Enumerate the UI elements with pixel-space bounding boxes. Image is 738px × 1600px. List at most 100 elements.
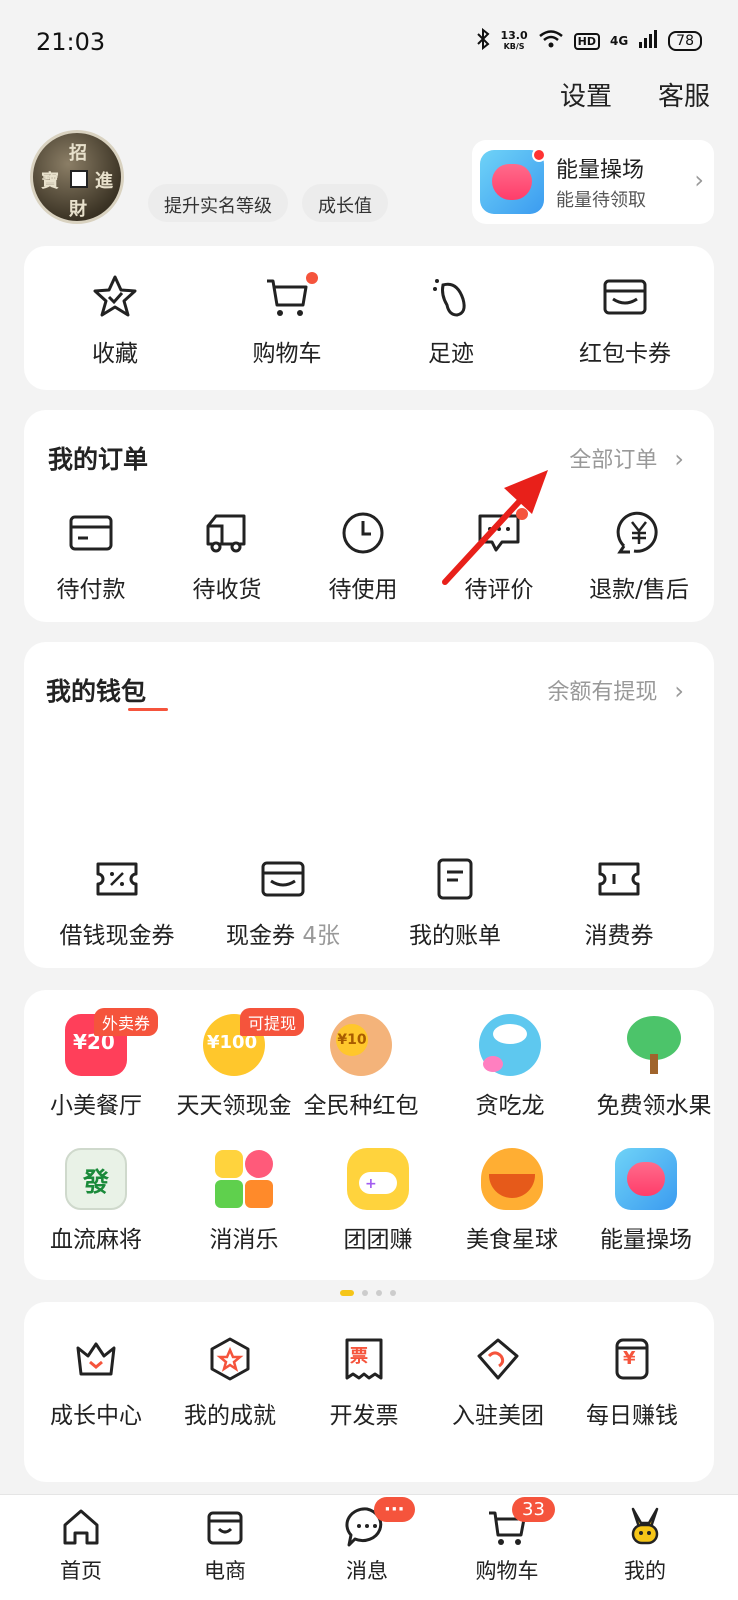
app-greedy-dragon[interactable]: 贪吃龙 bbox=[450, 1014, 570, 1120]
footprint-button[interactable]: 足迹 bbox=[396, 270, 506, 368]
tab-ecommerce[interactable]: 电商 bbox=[170, 1505, 280, 1585]
order-label: 待使用 bbox=[328, 577, 398, 603]
quick-actions-card: 收藏 购物车 足迹 红包卡券 bbox=[24, 246, 714, 390]
crown-icon bbox=[69, 1332, 123, 1386]
cash-coupon[interactable]: 现金券 4张 bbox=[218, 852, 348, 950]
order-refund[interactable]: 退款/售后 bbox=[576, 506, 702, 604]
my-achievements-button[interactable]: 我的成就 bbox=[170, 1332, 290, 1430]
tab-home[interactable]: 首页 bbox=[26, 1505, 136, 1585]
app-label: 血流麻将 bbox=[50, 1227, 142, 1253]
app-label: 免费领水果 bbox=[596, 1093, 712, 1119]
mini-apps-card: ¥20 外卖券 小美餐厅 ¥100 可提现 天天领现金 ¥10 全民种红包 贪吃… bbox=[24, 990, 714, 1280]
net-speed-value: 13.0 bbox=[500, 29, 528, 42]
app-food-planet[interactable]: 美食星球 bbox=[452, 1148, 572, 1254]
order-label: 待付款 bbox=[56, 577, 126, 603]
apps-page-indicator bbox=[340, 1290, 396, 1296]
chevron-right-icon: › bbox=[694, 166, 704, 194]
app-label: 全民种红包 bbox=[303, 1093, 419, 1119]
wallet-title: 我的钱包 bbox=[46, 677, 147, 706]
mahjong-tile-icon: 發 bbox=[65, 1148, 127, 1210]
mine-bunny-icon bbox=[631, 1507, 659, 1545]
all-orders-label: 全部订单 bbox=[569, 448, 658, 473]
all-orders-link[interactable]: 全部订单 › bbox=[569, 442, 684, 474]
net-speed: 13.0 KB/S bbox=[500, 30, 527, 52]
bill-document-icon bbox=[428, 852, 482, 906]
tab-label: 我的 bbox=[624, 1559, 666, 1583]
order-label: 待收货 bbox=[192, 577, 262, 603]
join-meituan-button[interactable]: 入驻美团 bbox=[438, 1332, 558, 1430]
shopping-bag-icon bbox=[207, 1511, 243, 1545]
favorites-label: 收藏 bbox=[92, 341, 138, 367]
customer-service-button[interactable]: 客服 bbox=[658, 76, 710, 113]
page-dot-active bbox=[340, 1290, 354, 1296]
wallet-link-label: 余额有提现 bbox=[547, 680, 658, 705]
loan-cash-coupon[interactable]: 借钱现金券 bbox=[52, 852, 182, 950]
app-tag: 外卖券 bbox=[94, 1008, 159, 1036]
tab-cart[interactable]: 33 购物车 bbox=[452, 1497, 562, 1585]
app-tuantuan-earn[interactable]: + 团团赚 bbox=[318, 1148, 438, 1254]
energy-heart-icon bbox=[615, 1148, 677, 1210]
order-label: 退款/售后 bbox=[589, 577, 689, 603]
app-mahjong[interactable]: 發 血流麻将 bbox=[36, 1148, 156, 1254]
energy-subtitle: 能量待领取 bbox=[556, 190, 646, 211]
favorites-button[interactable]: 收藏 bbox=[60, 270, 170, 368]
order-pending-receipt[interactable]: 待收货 bbox=[172, 506, 282, 604]
page-dot bbox=[362, 1290, 368, 1296]
service-label: 入驻美团 bbox=[452, 1403, 544, 1429]
status-bar: 21:03 13.0 KB/S HD 4G 78 bbox=[0, 0, 738, 80]
my-bill[interactable]: 我的账单 bbox=[390, 852, 520, 950]
app-energy-playground[interactable]: 能量操场 bbox=[586, 1148, 706, 1254]
status-time: 21:03 bbox=[36, 28, 106, 56]
dragon-icon bbox=[479, 1014, 541, 1076]
cart-red-dot bbox=[306, 272, 318, 284]
fruit-tree-icon bbox=[623, 1014, 685, 1076]
app-plant-red-packet[interactable]: ¥10 全民种红包 bbox=[296, 1014, 426, 1120]
top-nav: 设置 客服 bbox=[560, 76, 710, 113]
settings-button[interactable]: 设置 bbox=[560, 76, 612, 113]
cash-coupon-count: 4张 bbox=[302, 923, 340, 949]
coupons-button[interactable]: 红包卡券 bbox=[560, 270, 690, 368]
verify-level-chip[interactable]: 提升实名等级 bbox=[148, 184, 288, 222]
invoice-button[interactable]: 票 开发票 bbox=[304, 1332, 424, 1430]
avatar-char: 寶 bbox=[41, 171, 59, 192]
app-label: 天天领现金 bbox=[176, 1093, 292, 1119]
consumption-coupon[interactable]: 消费券 bbox=[554, 852, 684, 950]
growth-value-chip[interactable]: 成长值 bbox=[302, 184, 388, 222]
cart-label: 购物车 bbox=[252, 341, 322, 367]
daily-earn-button[interactable]: ¥ 每日赚钱 bbox=[572, 1332, 692, 1430]
app-xiaomei-restaurant[interactable]: ¥20 外卖券 小美餐厅 bbox=[36, 1008, 159, 1120]
page-dot bbox=[390, 1290, 396, 1296]
tab-label: 首页 bbox=[60, 1559, 102, 1583]
signal-icon bbox=[638, 30, 658, 52]
service-label: 每日赚钱 bbox=[586, 1403, 678, 1429]
energy-playground-card[interactable]: 能量操场 能量待领取 › bbox=[472, 140, 714, 224]
wallet-title-underline bbox=[128, 708, 168, 711]
tab-mine[interactable]: 我的 bbox=[590, 1505, 700, 1585]
clock-icon bbox=[336, 506, 390, 560]
wallet-link[interactable]: 余额有提现 › bbox=[547, 674, 684, 706]
cash-coupon-text: 现金券 4张 bbox=[218, 916, 348, 950]
wallet-item-label: 现金券 bbox=[226, 923, 296, 949]
service-label: 成长中心 bbox=[50, 1403, 142, 1429]
tab-messages[interactable]: ··· 消息 bbox=[312, 1497, 422, 1585]
energy-heart-icon bbox=[480, 148, 546, 214]
wallet-item-label: 借钱现金券 bbox=[59, 923, 175, 949]
app-match3[interactable]: 消消乐 bbox=[184, 1148, 304, 1254]
avatar[interactable]: 招 進 寶 財 bbox=[30, 130, 124, 224]
growth-center-button[interactable]: 成长中心 bbox=[36, 1332, 156, 1430]
tab-label: 购物车 bbox=[475, 1559, 539, 1583]
service-label: 开发票 bbox=[329, 1403, 399, 1429]
page-dot bbox=[376, 1290, 382, 1296]
app-free-fruit[interactable]: 免费领水果 bbox=[584, 1014, 724, 1120]
order-pending-payment[interactable]: 待付款 bbox=[36, 506, 146, 604]
wallet-card: 我的钱包 余额有提现 › 借钱现金券 现金券 4张 我的账单 消费券 bbox=[24, 642, 714, 968]
app-tag: 可提现 bbox=[240, 1008, 305, 1036]
wifi-icon bbox=[538, 29, 564, 53]
status-icons: 13.0 KB/S HD 4G 78 bbox=[476, 27, 702, 54]
bluetooth-icon bbox=[476, 27, 490, 54]
app-daily-cash[interactable]: ¥100 可提现 天天领现金 bbox=[164, 1008, 305, 1120]
cart-button[interactable]: 购物车 bbox=[232, 270, 342, 368]
candy-blocks-icon bbox=[213, 1148, 275, 1210]
app-glyph: ¥10 bbox=[336, 1024, 368, 1056]
order-to-use[interactable]: 待使用 bbox=[308, 506, 418, 604]
